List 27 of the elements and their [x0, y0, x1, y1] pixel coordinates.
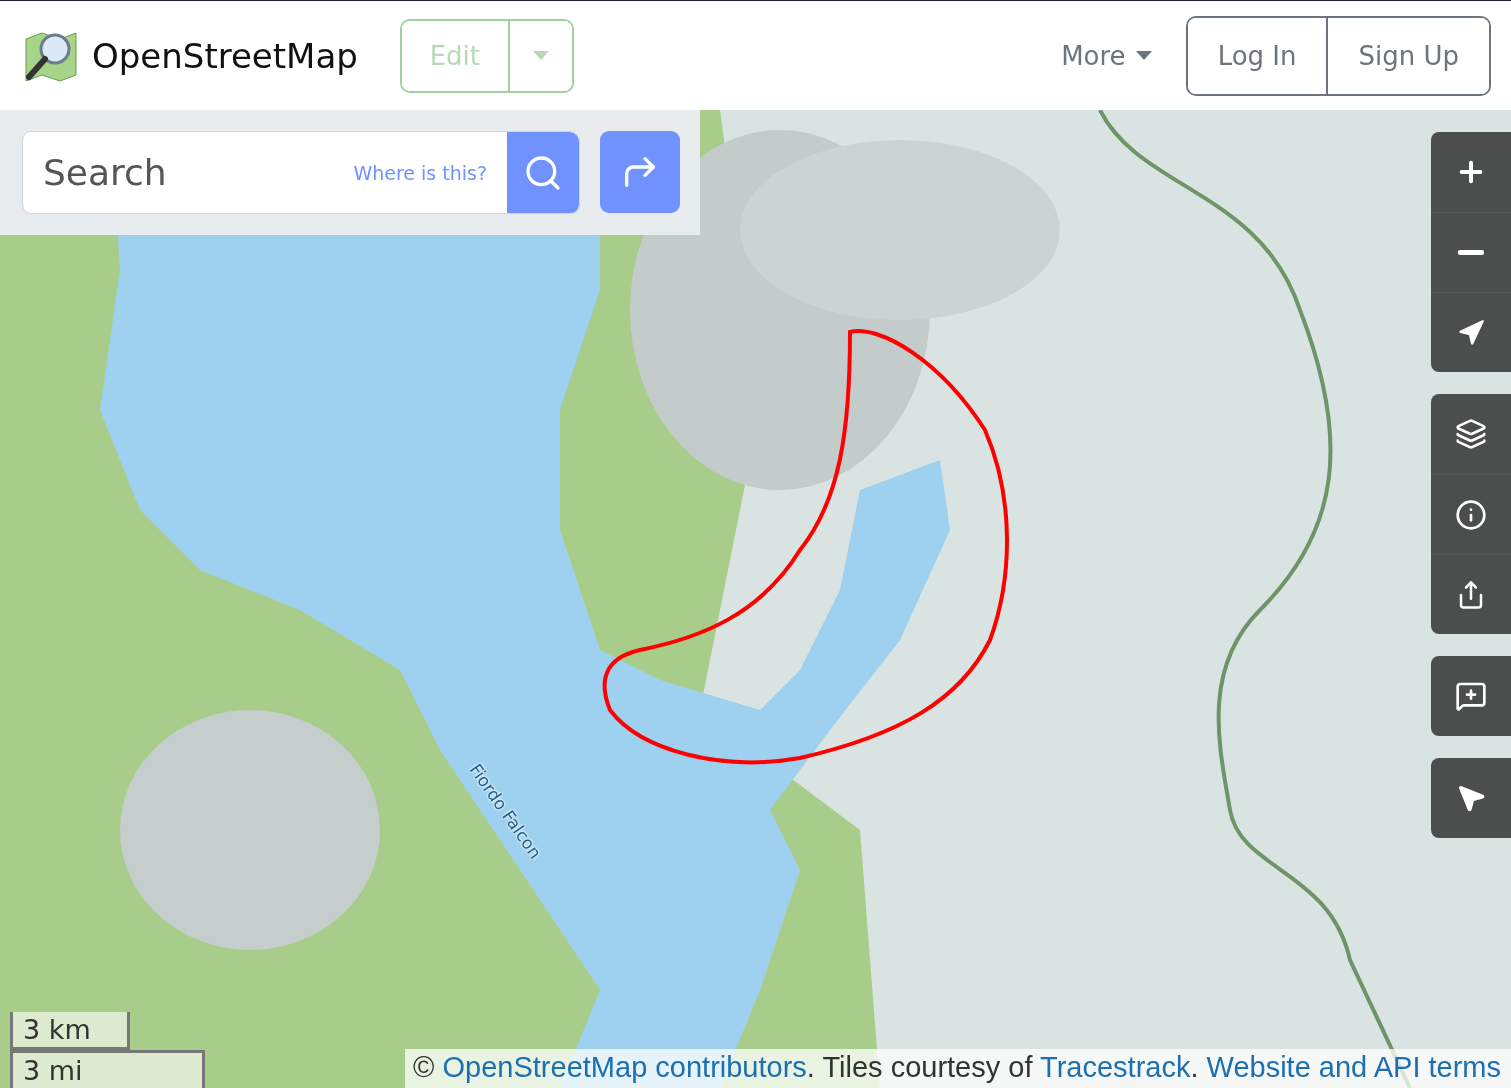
- where-is-this-link[interactable]: Where is this?: [353, 161, 487, 184]
- zoom-in-button[interactable]: [1431, 132, 1511, 212]
- scale-km: 3 km: [10, 1012, 130, 1050]
- minus-icon: [1458, 250, 1484, 255]
- layers-icon: [1455, 418, 1487, 450]
- info-icon: [1455, 498, 1487, 531]
- query-features-button[interactable]: [1431, 758, 1511, 838]
- info-button[interactable]: [1431, 474, 1511, 554]
- site-name[interactable]: OpenStreetMap: [92, 35, 358, 76]
- caret-icon: [1135, 51, 1152, 60]
- locate-arrow-icon: [1457, 318, 1485, 347]
- attribution-link[interactable]: Website and API terms: [1206, 1051, 1501, 1083]
- directions-button[interactable]: [600, 131, 680, 213]
- attribution-text: © OpenStreetMap contributors. Tiles courtesy of Tracestrack. Website and API terms: [405, 1049, 1511, 1088]
- layers-button[interactable]: [1431, 394, 1511, 474]
- share-button[interactable]: [1431, 554, 1511, 634]
- search-field[interactable]: Search Where is this?: [22, 131, 580, 214]
- comment-plus-icon: [1455, 680, 1487, 712]
- search-button[interactable]: [507, 132, 579, 213]
- add-note-button[interactable]: [1431, 656, 1511, 736]
- more-menu-button[interactable]: More: [1055, 39, 1158, 72]
- caret-icon: [532, 51, 549, 60]
- sign-up-button[interactable]: Sign Up: [1326, 17, 1489, 94]
- attribution-link[interactable]: OpenStreetMap contributors: [442, 1051, 807, 1083]
- scale-mi: 3 mi: [10, 1050, 205, 1088]
- attribution-link[interactable]: Tracestrack: [1040, 1051, 1191, 1083]
- locate-button[interactable]: [1431, 292, 1511, 372]
